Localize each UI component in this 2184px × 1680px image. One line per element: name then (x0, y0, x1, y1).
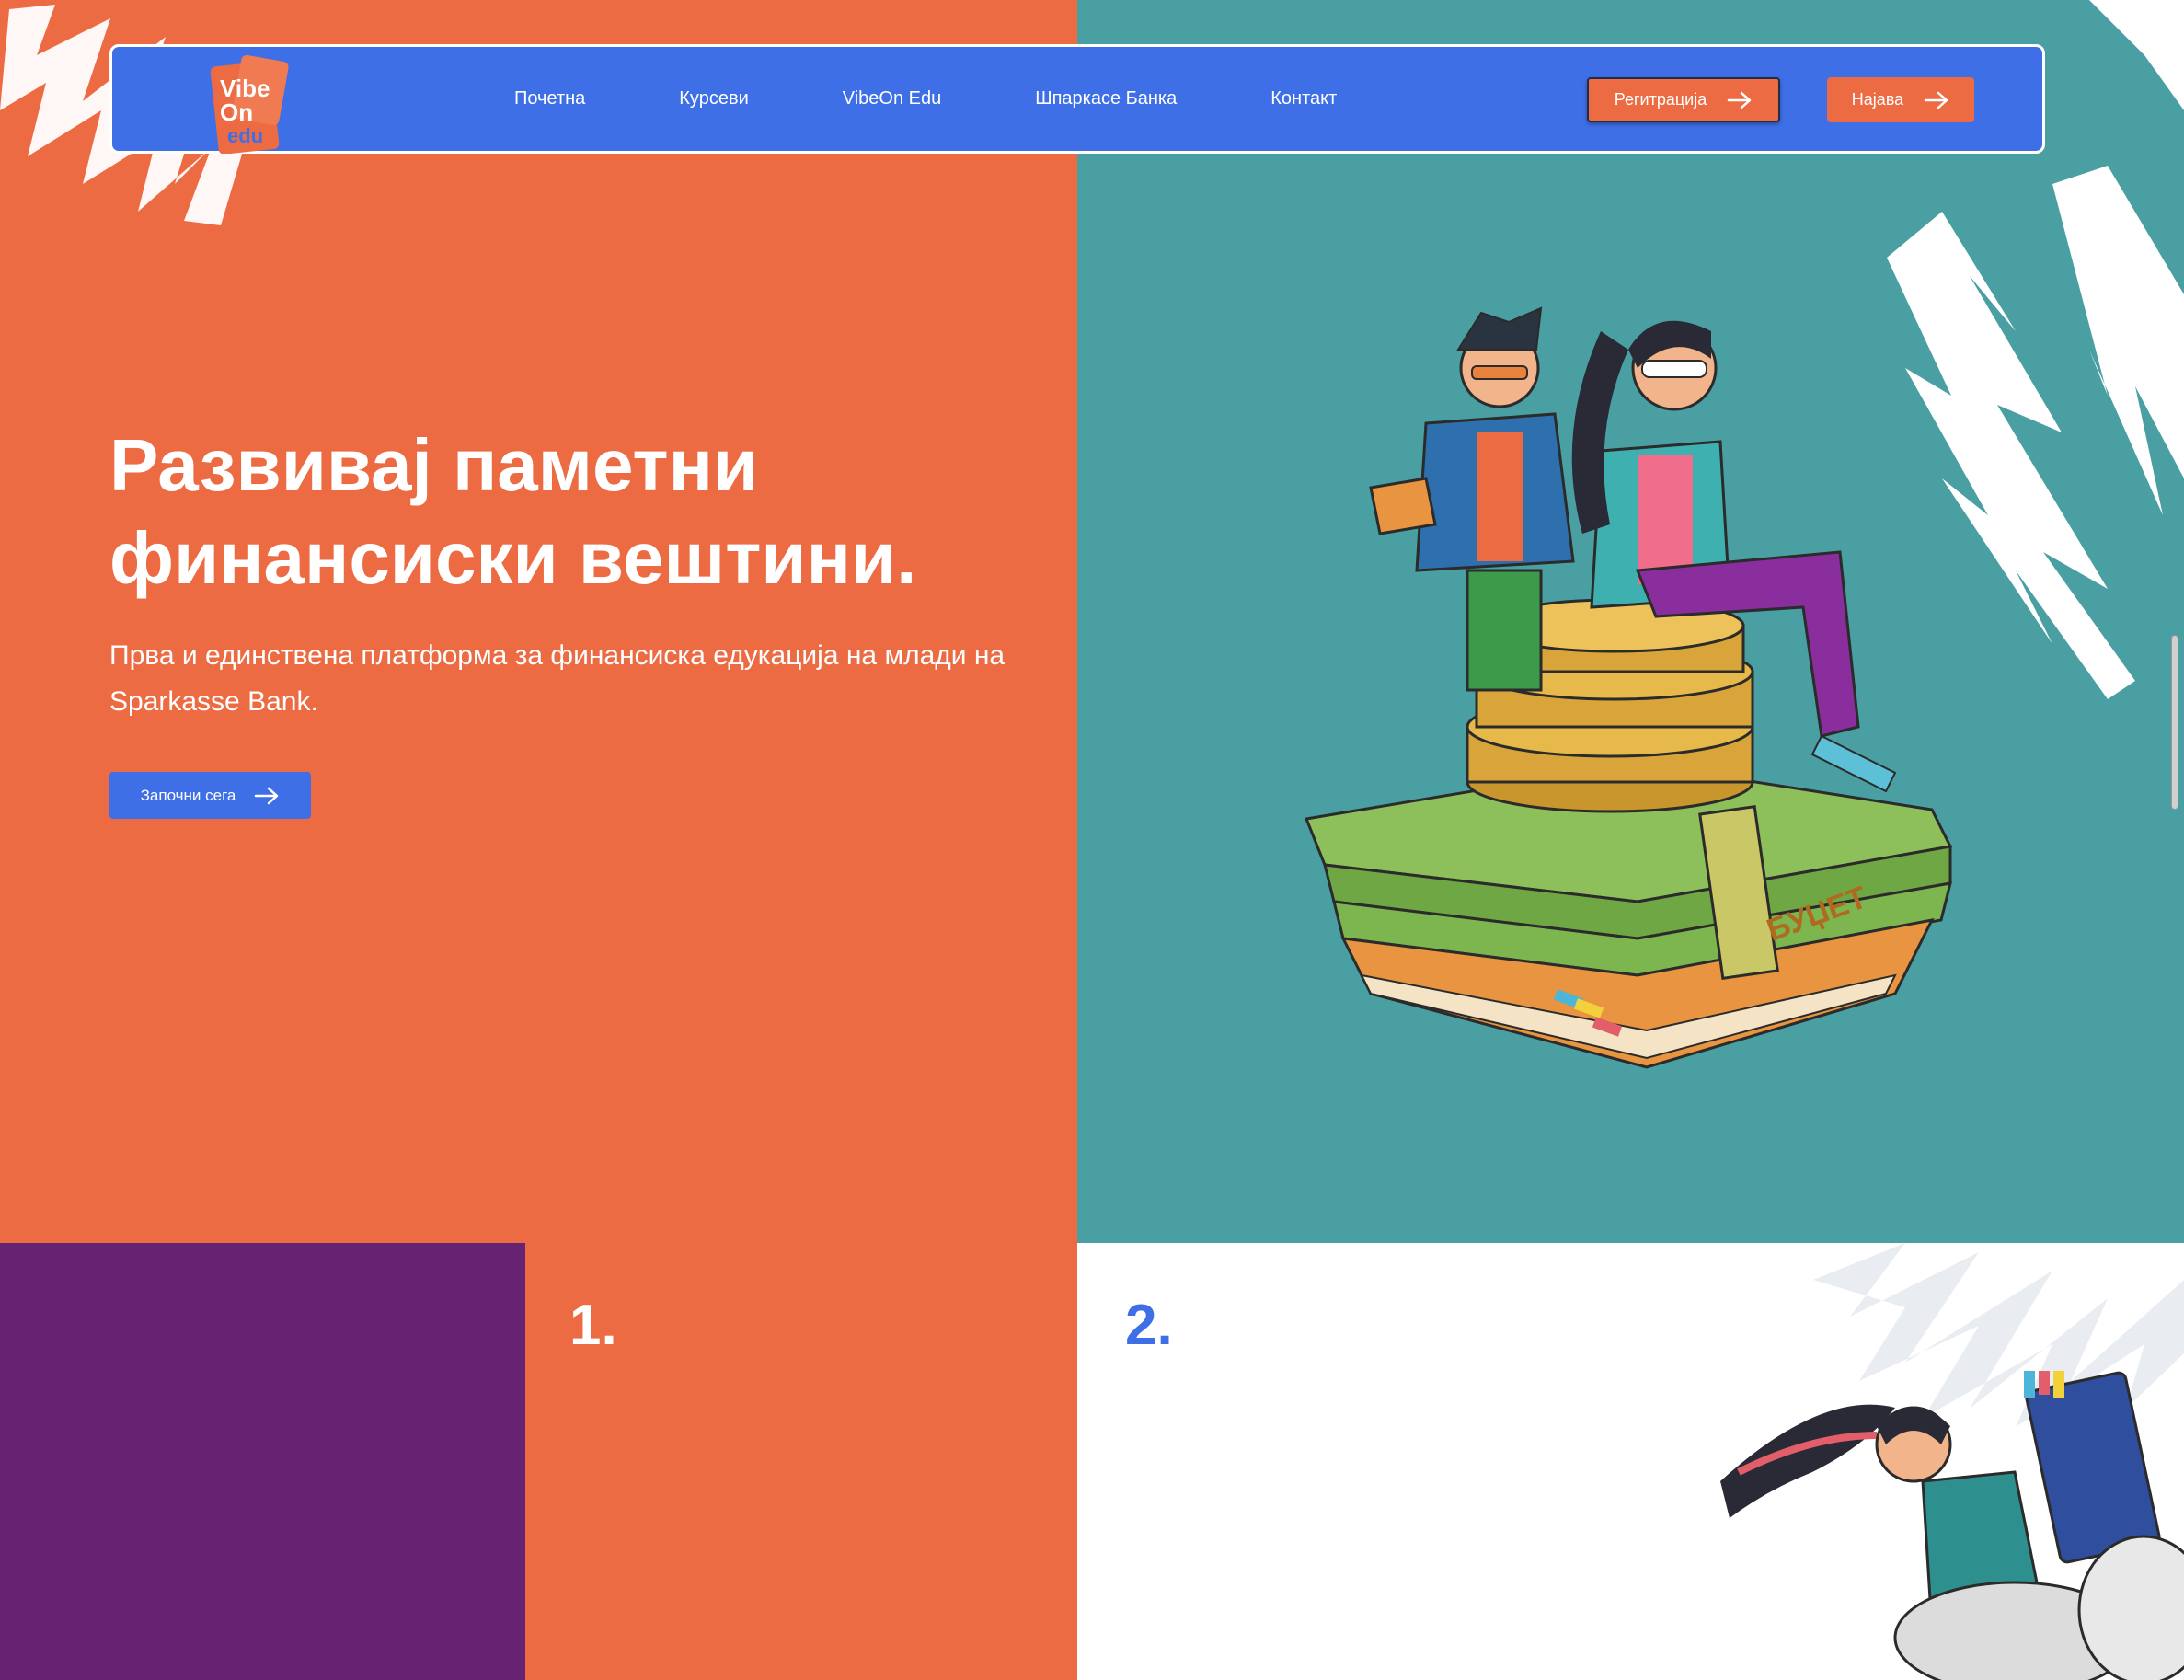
nav-link-vibeon-edu[interactable]: VibeOn Edu (843, 88, 942, 109)
step-section-purple-panel (0, 1243, 525, 1680)
nav-links: Почетна Курсеви VibeOn Edu Шпаркасе Банк… (514, 47, 1431, 151)
step-1-number: 1. (569, 1294, 617, 1357)
logo-text-on: On (220, 98, 253, 126)
nav-link-courses[interactable]: Курсеви (679, 88, 748, 109)
start-now-button[interactable]: Започни сега (109, 772, 311, 819)
hero-subtitle-line-2: Sparkasse Bank. (109, 686, 318, 717)
arrow-right-icon (1728, 91, 1752, 109)
nav-link-sparkasse-bank[interactable]: Шпаркасе Банка (1035, 88, 1177, 109)
step-2-number: 2. (1125, 1294, 1173, 1357)
login-button-label: Најава (1851, 90, 1904, 109)
hero-title-line-2: финансиски вештини. (109, 517, 917, 599)
start-now-button-label: Започни сега (140, 786, 236, 804)
top-navbar: Vibe On edu Почетна Курсеви VibeOn Edu Ш… (109, 44, 2045, 154)
girl-with-books-illustration (1720, 1371, 2184, 1680)
hero-subtitle-line-1: Прва и единствена платформа за финансиск… (109, 640, 1006, 671)
nav-link-contact[interactable]: Контакт (1270, 88, 1337, 109)
hero-left-panel (0, 0, 1077, 1243)
register-button-label: Регитрација (1614, 90, 1707, 109)
logo-text-edu: edu (227, 124, 263, 147)
page-scrollbar[interactable] (2171, 635, 2178, 810)
register-button[interactable]: Регитрација (1587, 77, 1780, 122)
hero-title: Развивај паметни финансиски вештини. (109, 419, 1029, 604)
hero-illustration: БУЏЕТ (1304, 306, 1953, 1069)
vibeon-edu-logo[interactable]: Vibe On edu (200, 52, 301, 154)
login-button[interactable]: Најава (1827, 77, 1974, 122)
nav-link-home[interactable]: Почетна (514, 88, 585, 109)
arrow-right-icon (1924, 91, 1948, 109)
hero-title-line-1: Развивај паметни (109, 424, 759, 506)
arrow-right-icon (255, 787, 279, 804)
hero-subtitle: Прва и единствена платформа за финансиск… (109, 633, 1085, 725)
